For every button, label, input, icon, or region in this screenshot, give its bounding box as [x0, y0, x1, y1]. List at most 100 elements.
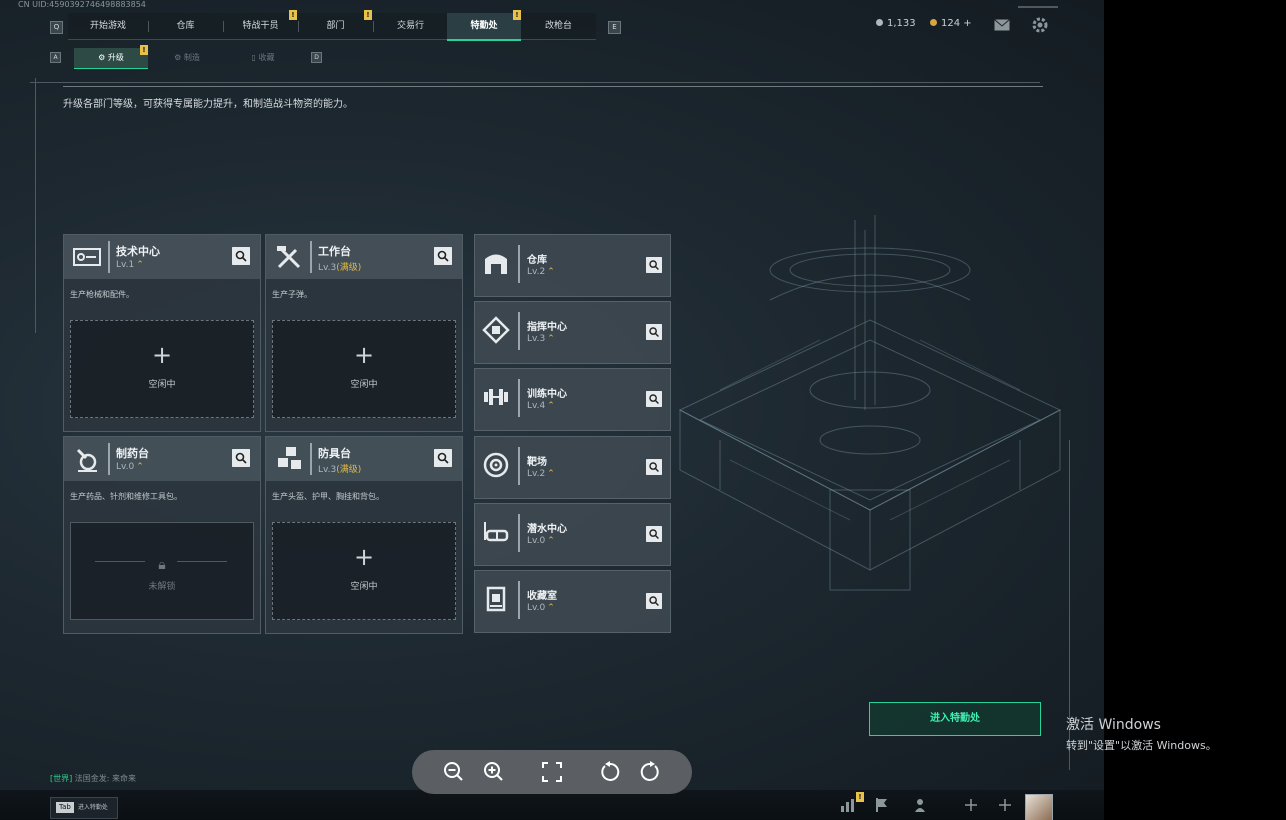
facility-card-warehouse[interactable]: 仓库 Lv.2 ⌃ — [474, 234, 671, 297]
flag-icon[interactable] — [874, 797, 890, 813]
shooting-range-icon — [483, 452, 509, 478]
search-icon[interactable] — [232, 247, 250, 265]
add-party-member-icon[interactable] — [997, 797, 1013, 813]
card-header: 工作台 Lv.3(满级) — [266, 235, 462, 279]
level-up-arrow-icon: ⌃ — [136, 260, 144, 270]
subtab-craft[interactable]: ⚙ 制造 — [150, 48, 224, 68]
tab-start-game[interactable]: 开始游戏 — [68, 13, 148, 39]
subtab-upgrade[interactable]: ⚙ 升级 — [74, 48, 148, 69]
subtab-collection[interactable]: ▯ 收藏 — [226, 48, 300, 68]
search-icon[interactable] — [646, 257, 662, 273]
friends-icon[interactable] — [914, 797, 930, 813]
chat-text: 法国金发: 来命来 — [74, 774, 137, 783]
workbench-icon — [277, 246, 301, 269]
production-slot[interactable]: + 空闲中 — [70, 320, 254, 418]
tab-hint-button[interactable]: Tab 进入特勤处 — [50, 797, 118, 819]
tab-operators[interactable]: 特战干员 — [223, 13, 298, 39]
facility-level-value: Lv.2 — [527, 267, 546, 277]
player-avatar[interactable] — [1025, 794, 1053, 820]
hud-frame-line — [30, 82, 1040, 83]
card-header: 技术中心 Lv.1 ⌃ — [64, 235, 260, 279]
warehouse-icon — [485, 254, 507, 274]
facility-card-workbench[interactable]: 工作台 Lv.3(满级) 生产子弹。 + 空闲中 — [265, 234, 463, 432]
facility-card-command-center[interactable]: 指挥中心 Lv.3 ⌃ — [474, 301, 671, 364]
production-slot[interactable]: + 空闲中 — [272, 522, 456, 620]
level-up-arrow-icon: ⌃ — [547, 401, 555, 411]
facility-max-tag: (满级) — [336, 465, 362, 475]
chat-message[interactable]: [世界] 法国金发: 来命来 — [50, 773, 136, 784]
enter-special-ops-button[interactable]: 进入特勤处 — [869, 702, 1041, 736]
search-icon[interactable] — [646, 526, 662, 542]
facility-name: 靶场 — [527, 457, 547, 468]
tab-market[interactable]: 交易行 — [373, 13, 448, 39]
search-icon[interactable] — [646, 391, 662, 407]
card-divider — [310, 241, 312, 273]
search-icon[interactable] — [646, 324, 662, 340]
facility-card-pharmacy[interactable]: 制药台 Lv.0 ⌃ 生产药品、针剂和维修工具包。 🔒︎ 未解锁 — [63, 436, 261, 634]
facility-name: 指挥中心 — [527, 322, 567, 333]
slot-status: 空闲中 — [350, 380, 378, 390]
add-party-member-icon[interactable] — [963, 797, 979, 813]
nav-key-right-hint[interactable]: E — [608, 21, 621, 34]
search-icon[interactable] — [434, 449, 452, 467]
facility-level-value: Lv.2 — [527, 469, 546, 479]
nav-alert-badge-special-ops: ! — [513, 10, 521, 20]
nav-key-left-hint[interactable]: Q — [50, 21, 63, 34]
upgrade-icon: ⚙ — [98, 53, 108, 62]
watermark-title: 激活 Windows — [1066, 717, 1161, 733]
facility-level-value: Lv.3 — [318, 465, 337, 475]
card-divider — [518, 514, 520, 552]
fullscreen-icon[interactable] — [540, 760, 564, 784]
subtab-craft-label: 制造 — [183, 53, 200, 62]
add-icon: + — [151, 341, 173, 369]
search-icon[interactable] — [434, 247, 452, 265]
production-slot-locked: 🔒︎ 未解锁 — [70, 522, 254, 620]
facility-max-tag: (满级) — [336, 263, 362, 273]
facility-level-value: Lv.0 — [527, 603, 546, 613]
zoom-in-icon[interactable] — [482, 760, 506, 784]
facility-name: 工作台 — [318, 245, 351, 258]
mail-icon[interactable] — [994, 19, 1010, 31]
search-icon[interactable] — [646, 593, 662, 609]
zoom-out-icon[interactable] — [442, 760, 466, 784]
coin-counter[interactable]: 124 + — [930, 18, 972, 29]
settings-gear-icon[interactable] — [1032, 17, 1048, 33]
facility-card-shooting-range[interactable]: 靶场 Lv.2 ⌃ — [474, 436, 671, 499]
subnav-key-right-hint[interactable]: D — [311, 52, 322, 63]
card-divider — [518, 581, 520, 619]
facility-card-armor-bench[interactable]: 防具台 Lv.3(满级) 生产头盔、护甲、胸挂和背包。 + 空闲中 — [265, 436, 463, 634]
facility-card-collection-room[interactable]: 收藏室 Lv.0 ⌃ — [474, 570, 671, 633]
rotate-left-icon[interactable] — [598, 760, 622, 784]
tab-special-ops[interactable]: 特勤处 — [447, 13, 521, 41]
coin-amount: 124 + — [941, 18, 972, 29]
production-slot[interactable]: + 空闲中 — [272, 320, 456, 418]
card-divider — [108, 241, 110, 273]
level-up-arrow-icon: ⌃ — [136, 462, 144, 472]
collection-room-icon — [486, 586, 506, 612]
level-up-arrow-icon: ⌃ — [547, 469, 555, 479]
facility-card-training-center[interactable]: 训练中心 Lv.4 ⌃ — [474, 368, 671, 431]
rotate-right-icon[interactable] — [638, 760, 662, 784]
subnav-key-left-hint[interactable]: A — [50, 52, 61, 63]
facility-name: 训练中心 — [527, 389, 567, 400]
search-icon[interactable] — [646, 459, 662, 475]
facility-name: 技术中心 — [116, 245, 160, 258]
facility-description: 生产头盔、护甲、胸挂和背包。 — [272, 492, 384, 501]
tech-center-icon — [73, 248, 101, 266]
facility-level: Lv.1 ⌃ — [116, 260, 144, 270]
facility-level: Lv.4 ⌃ — [527, 401, 555, 411]
facility-name: 潜水中心 — [527, 524, 567, 535]
facility-level-value: Lv.4 — [527, 401, 546, 411]
stats-icon[interactable] — [839, 797, 855, 813]
level-up-arrow-icon: ⌃ — [547, 267, 555, 277]
tab-department[interactable]: 部门 — [298, 13, 373, 39]
search-icon[interactable] — [232, 449, 250, 467]
gem-counter[interactable]: 1,133 — [876, 18, 916, 29]
tab-warehouse[interactable]: 仓库 — [148, 13, 223, 39]
bottom-bar — [0, 790, 1104, 820]
card-divider — [518, 379, 520, 417]
facility-card-diving-center[interactable]: 潜水中心 Lv.0 ⌃ — [474, 503, 671, 566]
facility-card-tech-center[interactable]: 技术中心 Lv.1 ⌃ 生产枪械和配件。 + 空闲中 — [63, 234, 261, 432]
facility-name: 防具台 — [318, 447, 351, 460]
tab-gunsmith[interactable]: 改枪台 — [521, 13, 596, 39]
